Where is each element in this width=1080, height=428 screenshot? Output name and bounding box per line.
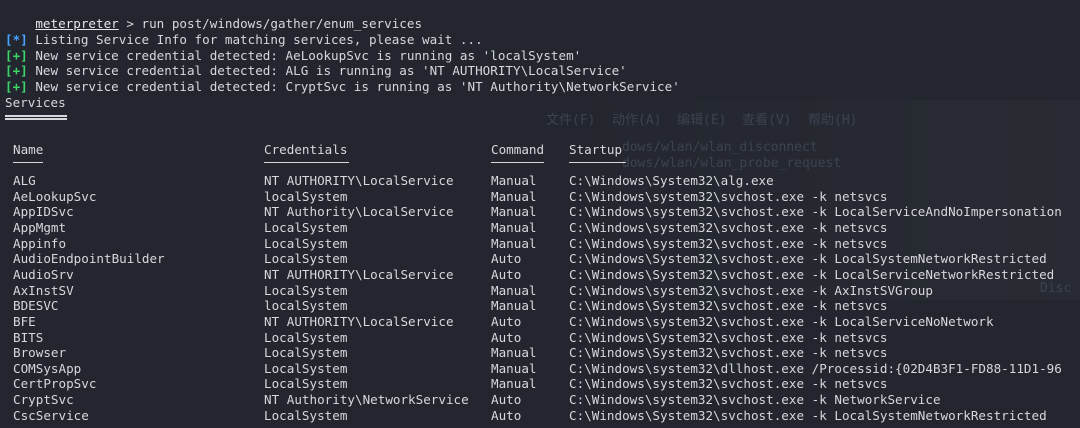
credentials-cell: NT Authority\LocalService [264,204,454,219]
startup-cell: C:\Windows\system32\svchost.exe -k netsv… [569,236,888,251]
credentials-cell: LocalSystem [264,408,348,423]
message-text: New service credential detected: ALG is … [27,63,627,78]
column-header: Credentials [264,142,348,157]
section-title-underline [5,115,67,117]
startup-cell: C:\Windows\System32\svchost.exe -k netsv… [569,298,888,313]
startup-cell: C:\Windows\System32\svchost.exe -k Local… [569,267,1055,282]
startup-cell: C:\Windows\system32\svchost.exe -k Netwo… [569,392,941,407]
credentials-cell: LocalSystem [264,330,348,345]
message-text: New service credential detected: AeLooku… [27,48,582,63]
service-name-cell: CscService [13,408,89,423]
info-tag: [*] [5,32,28,47]
credentials-cell: localSystem [264,298,348,313]
credentials-cell: LocalSystem [264,376,348,391]
service-name-cell: CryptSvc [13,392,74,407]
credentials-cell: LocalSystem [264,283,348,298]
command-cell: Manual [491,298,537,313]
column-header-underline [491,162,544,163]
service-name-cell: AxInstSV [13,283,74,298]
startup-cell: C:\Windows\system32\svchost.exe -k netsv… [569,189,888,204]
section-title: Services [5,95,66,110]
startup-cell: C:\Windows\system32\svchost.exe -k Local… [569,314,994,329]
service-name-cell: CertPropSvc [13,376,97,391]
command-cell: Manual [491,173,537,188]
prompt-name: meterpreter [35,16,119,31]
service-name-cell: AudioEndpointBuilder [13,251,165,266]
startup-cell: C:\Windows\system32\dllhost.exe /Process… [569,361,1062,376]
startup-cell: C:\Windows\system32\svchost.exe -k netsv… [569,220,888,235]
success-tag: [+] [5,48,28,63]
column-header-underline [264,162,349,163]
command-cell: Manual [491,283,537,298]
message-text: Listing Service Info for matching servic… [27,32,483,47]
command-cell: Auto [491,267,522,282]
column-header: Command [491,142,545,157]
message-line: [+] New service credential detected: AeL… [5,48,581,63]
service-name-cell: AeLookupSvc [13,189,97,204]
service-name-cell: AppIDSvc [13,204,74,219]
message-line: [*] Listing Service Info for matching se… [5,32,483,47]
service-name-cell: BDESVC [13,298,59,313]
command-cell: Manual [491,345,537,360]
startup-cell: C:\Windows\System32\svchost.exe -k netsv… [569,330,888,345]
command-cell: Auto [491,251,522,266]
command-cell: Auto [491,314,522,329]
column-header-underline [13,162,43,163]
command-cell: Auto [491,330,522,345]
command-cell: Auto [491,392,522,407]
credentials-cell: NT AUTHORITY\LocalService [264,173,454,188]
startup-cell: C:\Windows\System32\svchost.exe -k netsv… [569,345,888,360]
message-line: [+] New service credential detected: ALG… [5,63,627,78]
service-name-cell: BFE [13,314,36,329]
startup-cell: C:\Windows\system32\svchost.exe -k Local… [569,204,1062,219]
credentials-cell: LocalSystem [264,236,348,251]
service-name-cell: Browser [13,345,67,360]
startup-cell: C:\Windows\system32\svchost.exe -k netsv… [569,376,888,391]
credentials-cell: NT AUTHORITY\LocalService [264,314,454,329]
service-name-cell: Appinfo [13,236,67,251]
command-cell: Auto [491,408,522,423]
message-line: [+] New service credential detected: Cry… [5,79,680,94]
section-title-underline-2 [5,118,67,120]
prompt-command: > run post/windows/gather/enum_services [118,16,423,31]
command-cell: Manual [491,236,537,251]
startup-cell: C:\Windows\System32\alg.exe [569,173,774,188]
credentials-cell: NT Authority\NetworkService [264,392,469,407]
service-name-cell: ALG [13,173,36,188]
credentials-cell: LocalSystem [264,345,348,360]
credentials-cell: LocalSystem [264,220,348,235]
column-header-underline [569,162,626,163]
startup-cell: C:\Windows\system32\svchost.exe -k AxIns… [569,283,933,298]
terminal[interactable]: meterpreter > run post/windows/gather/en… [5,0,1080,428]
command-cell: Manual [491,220,537,235]
startup-cell: C:\Windows\System32\svchost.exe -k Local… [569,251,1047,266]
column-header: Name [13,142,44,157]
credentials-cell: LocalSystem [264,361,348,376]
command-cell: Manual [491,204,537,219]
credentials-cell: LocalSystem [264,251,348,266]
column-header: Startup [569,142,623,157]
service-name-cell: AppMgmt [13,220,67,235]
success-tag: [+] [5,79,28,94]
command-cell: Manual [491,361,537,376]
command-cell: Manual [491,189,537,204]
command-cell: Manual [491,376,537,391]
credentials-cell: NT AUTHORITY\LocalService [264,267,454,282]
service-name-cell: AudioSrv [13,267,74,282]
message-text: New service credential detected: CryptSv… [27,79,680,94]
service-name-cell: COMSysApp [13,361,82,376]
startup-cell: C:\Windows\System32\svchost.exe -k Local… [569,408,1047,423]
service-name-cell: BITS [13,330,44,345]
credentials-cell: localSystem [264,189,348,204]
success-tag: [+] [5,63,28,78]
